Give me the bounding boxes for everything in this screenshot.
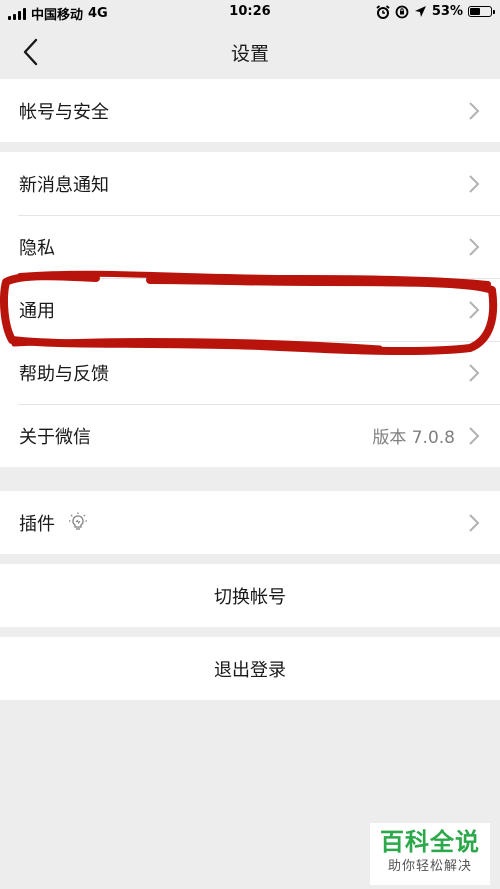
- menu-item-plugins[interactable]: 插件: [0, 491, 500, 554]
- account-group: 帐号与安全: [0, 79, 500, 142]
- menu-item-label: 通用: [19, 300, 55, 322]
- orientation-lock-icon: [395, 5, 409, 18]
- chevron-right-icon: [469, 514, 480, 532]
- menu-item-account-security[interactable]: 帐号与安全: [0, 79, 500, 142]
- battery-percentage: 53%: [431, 4, 463, 19]
- menu-item-label: 关于微信: [19, 426, 91, 448]
- menu-item-label: 帮助与反馈: [19, 363, 109, 385]
- status-bar: 中国移动 4G 10:26 53%: [0, 0, 500, 24]
- battery-icon: [468, 6, 495, 17]
- watermark-subtitle: 助你轻松解决: [387, 859, 472, 874]
- menu-item-notifications[interactable]: 新消息通知: [0, 152, 500, 215]
- chevron-right-icon: [469, 102, 480, 120]
- page-title: 设置: [230, 43, 269, 65]
- settings-group: 新消息通知 隐私 通用 帮助与反馈 关于微信 版本 7.0.8: [0, 152, 500, 467]
- chevron-right-icon: [469, 427, 480, 445]
- logout-group: 退出登录: [0, 637, 500, 700]
- menu-item-label: 隐私: [19, 237, 55, 259]
- menu-item-label: 新消息通知: [19, 174, 109, 196]
- menu-item-label: 插件: [19, 513, 55, 535]
- chevron-right-icon: [469, 364, 480, 382]
- switch-account-button[interactable]: 切换帐号: [0, 564, 500, 627]
- status-right: 53%: [376, 4, 495, 19]
- location-icon: [414, 6, 426, 17]
- menu-item-help-feedback[interactable]: 帮助与反馈: [0, 341, 500, 404]
- chevron-right-icon: [469, 238, 480, 256]
- battery-level: [470, 8, 480, 15]
- plugins-group: 插件: [0, 491, 500, 554]
- version-text: 版本 7.0.8: [372, 428, 455, 448]
- logout-label: 退出登录: [214, 659, 286, 681]
- logout-button[interactable]: 退出登录: [0, 637, 500, 700]
- switch-account-label: 切换帐号: [214, 586, 286, 608]
- lightbulb-icon: [69, 512, 87, 530]
- alarm-icon: [376, 4, 390, 19]
- menu-item-privacy[interactable]: 隐私: [0, 215, 500, 278]
- watermark-title: 百科全说: [380, 828, 480, 856]
- watermark-logo: 百科全说 助你轻松解决: [370, 823, 490, 885]
- switch-account-group: 切换帐号: [0, 564, 500, 627]
- chevron-right-icon: [469, 175, 480, 193]
- menu-item-about-wechat[interactable]: 关于微信 版本 7.0.8: [0, 404, 500, 467]
- menu-item-label: 帐号与安全: [19, 101, 109, 123]
- menu-item-general[interactable]: 通用: [0, 278, 500, 341]
- chevron-right-icon: [469, 301, 480, 319]
- nav-bar: 设置: [0, 24, 500, 79]
